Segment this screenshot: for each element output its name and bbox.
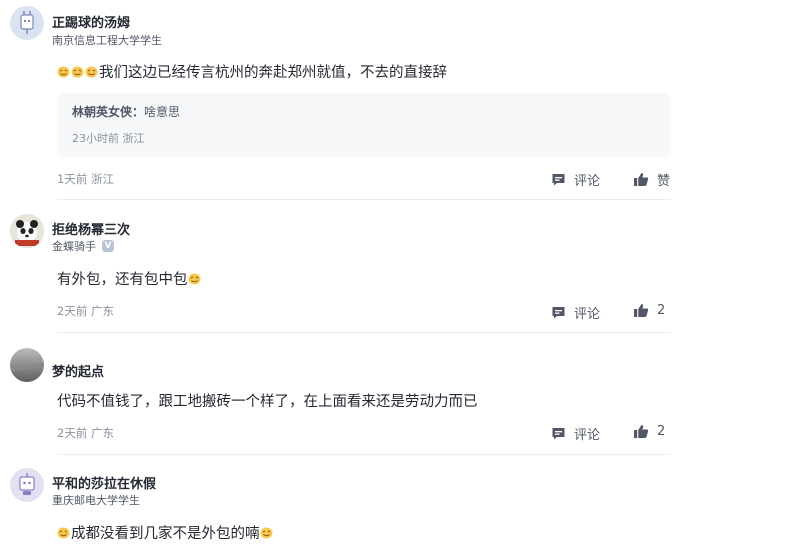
quote-text: 啥意思 <box>144 105 181 119</box>
panda-photo-icon <box>10 214 44 248</box>
like-label: 赞 <box>657 174 671 189</box>
comment-icon <box>552 307 565 319</box>
comment-label: 评论 <box>574 428 601 443</box>
quote-meta: 23小时前 浙江 <box>72 132 145 145</box>
quote-line: 林朝英女侠：啥意思 <box>72 103 180 120</box>
comment-text-content: 我们这边已经传言杭州的奔赴郑州就值，不去的直接辞 <box>99 65 447 81</box>
user-avatar[interactable] <box>10 214 44 248</box>
comment-item: 梦的起点 代码不值钱了，跟工地搬砖一个样了，在上面看来还是劳动力而已 2天前 广… <box>0 333 788 455</box>
comment-text-content: 代码不值钱了，跟工地搬砖一个样了，在上面看来还是劳动力而已 <box>57 394 478 410</box>
comment-label: 评论 <box>574 307 601 322</box>
comment-button[interactable]: 评论 <box>551 303 600 322</box>
comment-meta: 2天前 广东 <box>57 426 114 440</box>
comment-text: 代码不值钱了，跟工地搬砖一个样了，在上面看来还是劳动力而已 <box>57 390 478 411</box>
comment-text: 成都没看到几家不是外包的喃 <box>57 522 274 543</box>
username[interactable]: 平和的莎拉在休假 <box>52 473 156 492</box>
emoji-icon <box>260 527 273 539</box>
emoji-icon <box>188 273 201 285</box>
user-affiliation: 重庆邮电大学学生 <box>52 494 140 507</box>
quote-separator: ： <box>132 105 145 119</box>
quoted-reply[interactable]: 林朝英女侠：啥意思 23小时前 浙江 <box>57 93 671 157</box>
comment-item: 平和的莎拉在休假 重庆邮电大学学生 成都没看到几家不是外包的喃 <box>0 455 788 554</box>
user-avatar[interactable] <box>10 468 44 502</box>
like-count: 2 <box>657 424 666 439</box>
v-icon: V <box>102 240 114 252</box>
comment-text: 我们这边已经传言杭州的奔赴郑州就值，不去的直接辞 <box>57 61 447 82</box>
user-avatar[interactable] <box>10 348 44 382</box>
username[interactable]: 拒绝杨幂三次 <box>52 219 130 238</box>
username[interactable]: 正踢球的汤姆 <box>52 12 130 31</box>
comment-text-content: 有外包，还有包中包 <box>57 272 188 288</box>
comment-icon <box>552 428 565 440</box>
comment-label: 评论 <box>574 174 601 189</box>
emoji-icon <box>71 66 84 78</box>
comment-button[interactable]: 评论 <box>551 170 600 189</box>
comment-meta: 2天前 广东 <box>57 304 114 318</box>
gray-photo-icon <box>10 348 44 382</box>
user-avatar[interactable] <box>10 6 44 40</box>
like-button[interactable]: 赞 <box>633 170 670 189</box>
comment-text-content: 成都没看到几家不是外包的喃 <box>71 526 260 542</box>
quote-author: 林朝英女侠 <box>72 105 133 119</box>
comment-meta: 1天前 浙江 <box>57 172 114 186</box>
robot-icon <box>19 473 35 495</box>
comment-text: 有外包，还有包中包 <box>57 268 202 289</box>
user-affiliation: 南京信息工程大学学生 <box>52 34 162 47</box>
like-button[interactable]: 2 <box>633 424 665 439</box>
badge-label: 金蝶骑手 <box>52 240 96 253</box>
plug-robot-icon <box>20 11 34 34</box>
emoji-icon <box>85 66 98 78</box>
comment-icon <box>552 174 565 186</box>
emoji-icon <box>57 66 70 78</box>
comment-item: 拒绝杨幂三次 金蝶骑手 V 有外包，还有包中包 2天前 广东 评论 2 <box>0 200 788 333</box>
thumbs-up-icon <box>634 304 649 317</box>
comment-item: 正踢球的汤姆 南京信息工程大学学生 我们这边已经传言杭州的奔赴郑州就值，不去的直… <box>0 0 788 200</box>
thumbs-up-icon <box>634 173 649 186</box>
thumbs-up-icon <box>634 425 649 438</box>
comment-button[interactable]: 评论 <box>551 424 600 443</box>
user-badge: 金蝶骑手 V <box>52 238 114 254</box>
username[interactable]: 梦的起点 <box>52 361 104 380</box>
like-button[interactable]: 2 <box>633 303 665 318</box>
emoji-icon <box>57 527 70 539</box>
like-count: 2 <box>657 303 666 318</box>
